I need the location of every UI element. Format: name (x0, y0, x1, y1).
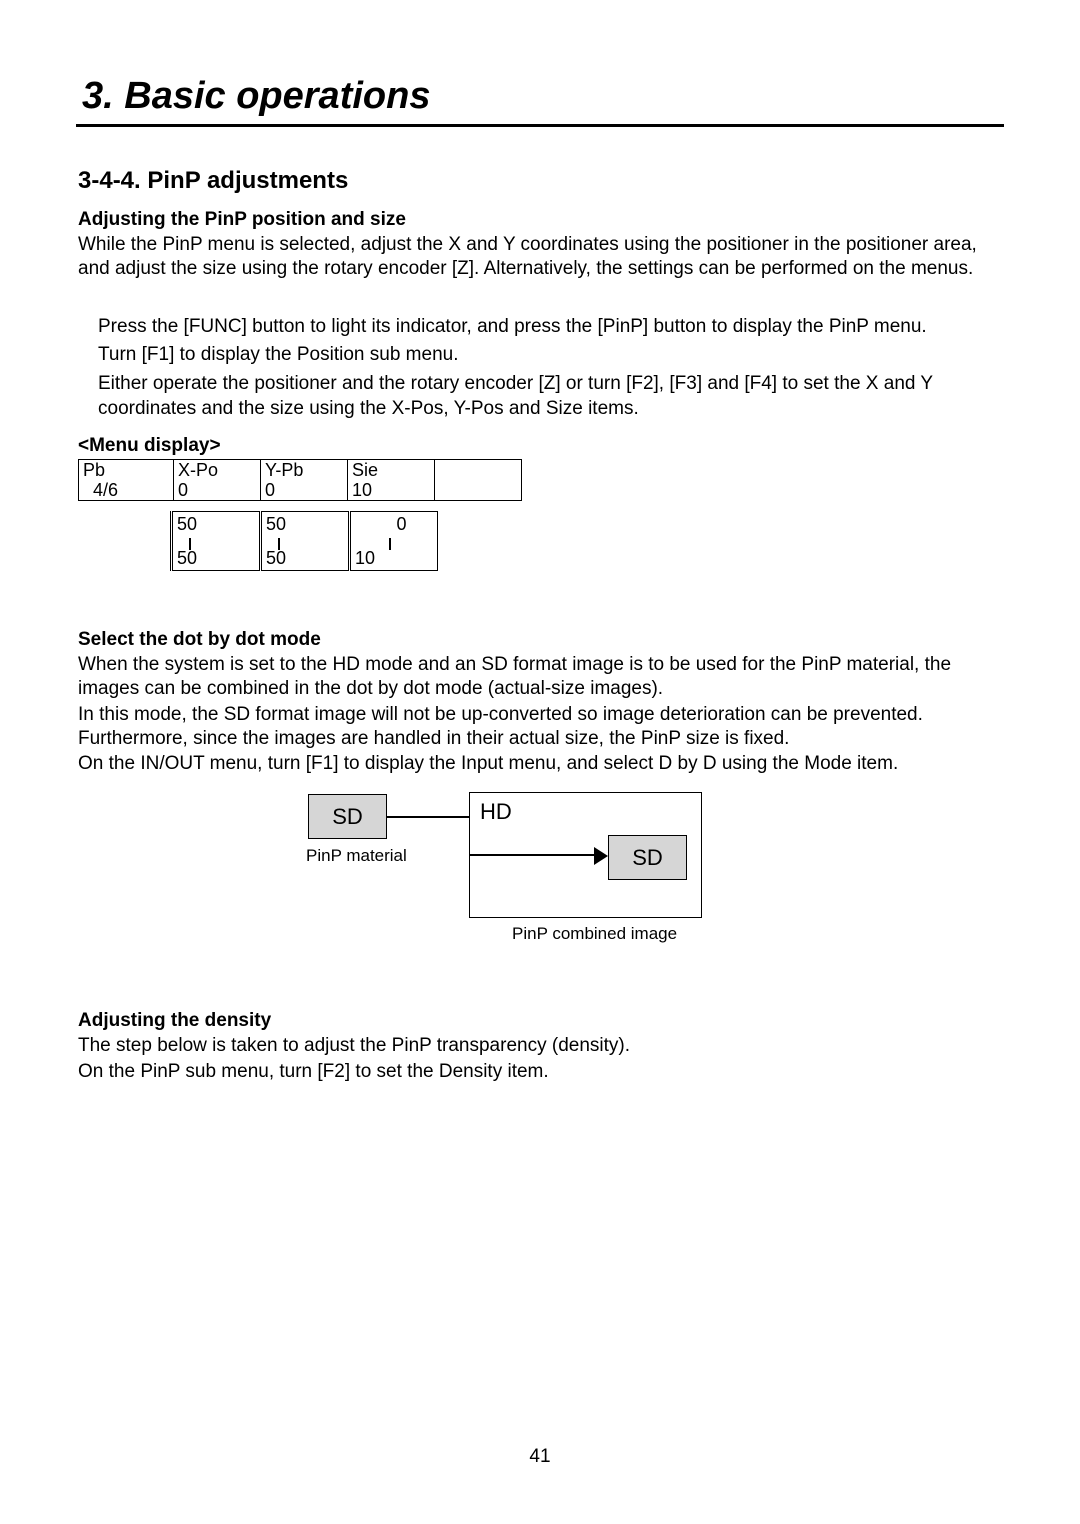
arrow-line (469, 854, 599, 856)
density-heading: Adjusting the density (76, 1010, 1004, 1032)
menu-limit: 50 (177, 548, 255, 568)
dbd-p2: In this mode, the SD format image will n… (76, 703, 1004, 751)
step-3: Either operate the positioner and the ro… (98, 372, 1004, 421)
menu-display-table: Pb 4/6 X-Po 0 Y-Pb 0 Sie 10 (76, 459, 1004, 571)
adjust-pos-body: While the PinP menu is selected, adjust … (76, 233, 1004, 281)
dbd-diagram: SD HD SD PinP material PinP combined ima… (308, 792, 1004, 952)
menu-cell: 0 (265, 480, 275, 500)
menu-cell: 10 (352, 480, 372, 500)
pinp-material-label: PinP material (306, 846, 407, 866)
hd-label: HD (480, 799, 512, 825)
sd-inset-box: SD (608, 835, 687, 880)
menu-cell: Pb (83, 460, 105, 480)
step-block: Press the [FUNC] button to light its ind… (76, 315, 1004, 422)
menu-cell: Y-Pb (265, 460, 303, 480)
menu-display-label: <Menu display> (76, 435, 1004, 457)
dbd-p1: When the system is set to the HD mode an… (76, 653, 1004, 701)
sd-source-box: SD (308, 794, 387, 839)
density-p1: The step below is taken to adjust the Pi… (76, 1034, 1004, 1058)
menu-cell: X-Po (178, 460, 218, 480)
density-p2: On the PinP sub menu, turn [F2] to set t… (76, 1060, 1004, 1084)
pinp-combined-label: PinP combined image (512, 924, 677, 944)
menu-limit: 50 (266, 514, 344, 534)
section-title: 3-4-4. PinP adjustments (76, 167, 1004, 195)
step-1: Press the [FUNC] button to light its ind… (98, 315, 1004, 340)
menu-limit: 10 (355, 548, 433, 568)
menu-cell: 0 (178, 480, 188, 500)
step-2: Turn [F1] to display the Position sub me… (98, 343, 1004, 368)
menu-cell: Sie (352, 460, 378, 480)
menu-cell: 4/6 (93, 480, 118, 500)
connector-line (387, 816, 469, 818)
adjust-pos-heading: Adjusting the PinP position and size (76, 209, 1004, 231)
menu-limit: 50 (266, 548, 344, 568)
page-number: 41 (0, 1446, 1080, 1468)
arrow-head-icon (594, 847, 608, 865)
chapter-title: 3. Basic operations (76, 75, 1004, 127)
menu-limit: 0 (355, 514, 433, 534)
dbd-p3: On the IN/OUT menu, turn [F1] to display… (76, 752, 1004, 776)
dbd-heading: Select the dot by dot mode (76, 629, 1004, 651)
menu-limit: 50 (177, 514, 255, 534)
